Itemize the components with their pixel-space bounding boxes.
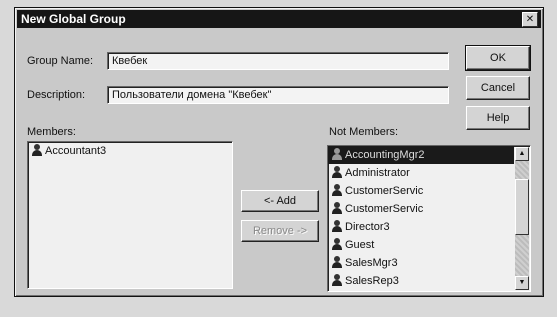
user-icon: [331, 148, 342, 160]
user-icon: [331, 184, 342, 196]
user-icon: [331, 274, 342, 286]
not-members-list[interactable]: AccountingMgr2 Administrator CustomerServi…: [327, 145, 531, 292]
cancel-button[interactable]: Cancel: [466, 76, 530, 100]
user-icon: [331, 166, 342, 178]
user-icon: [331, 238, 342, 250]
list-item[interactable]: Guest: [328, 236, 514, 254]
not-members-items: AccountingMgr2 Administrator CustomerServi…: [328, 146, 514, 290]
add-button[interactable]: <- Add: [241, 190, 319, 212]
title-bar: New Global Group ✕: [17, 10, 541, 28]
user-icon: [31, 144, 42, 156]
scroll-down-button[interactable]: ▼: [515, 276, 529, 290]
close-button[interactable]: ✕: [522, 12, 538, 27]
ok-button[interactable]: OK: [465, 45, 531, 71]
list-item[interactable]: Accountant3: [28, 142, 232, 160]
group-name-label: Group Name:: [27, 55, 94, 67]
list-item-label: CustomerServic: [345, 203, 424, 215]
help-button[interactable]: Help: [466, 106, 530, 130]
list-item-label: SalesMgr3: [345, 257, 398, 269]
group-name-input[interactable]: Квебек: [107, 52, 449, 70]
members-label: Members:: [27, 126, 76, 138]
list-item-label: Administrator: [345, 167, 410, 179]
description-label: Description:: [27, 89, 86, 101]
window-title: New Global Group: [21, 12, 126, 26]
list-item-label: Guest: [345, 239, 375, 251]
list-item[interactable]: CustomerServic: [328, 200, 514, 218]
scroll-thumb[interactable]: [515, 179, 529, 236]
arrow-down-icon: ▼: [518, 279, 526, 286]
not-members-scrollbar[interactable]: ▲ ▼: [515, 147, 529, 290]
list-item-label: Director3: [345, 221, 390, 233]
list-item[interactable]: SalesMgr3: [328, 254, 514, 272]
close-icon: ✕: [525, 14, 535, 25]
list-item-label: SalesRep3: [345, 275, 399, 287]
description-input[interactable]: Пользователи домена "Квебек": [107, 86, 449, 104]
list-item-label: AccountingMgr2: [345, 149, 425, 161]
user-icon: [331, 202, 342, 214]
not-members-label: Not Members:: [329, 126, 399, 138]
list-item-label: CustomerServic: [345, 185, 424, 197]
list-item[interactable]: CustomerServic: [328, 182, 514, 200]
list-item[interactable]: SalesRep3: [328, 272, 514, 290]
list-item[interactable]: Director3: [328, 218, 514, 236]
scroll-up-button[interactable]: ▲: [515, 147, 529, 161]
arrow-up-icon: ▲: [518, 150, 526, 157]
list-item[interactable]: AccountingMgr2: [328, 146, 514, 164]
remove-button[interactable]: Remove ->: [241, 220, 319, 242]
list-item-label: Accountant3: [45, 145, 107, 157]
new-global-group-dialog: New Global Group ✕ Group Name: Квебек De…: [14, 7, 544, 297]
list-item[interactable]: Administrator: [328, 164, 514, 182]
members-items: Accountant3: [28, 142, 232, 160]
members-list[interactable]: Accountant3: [27, 141, 233, 289]
user-icon: [331, 256, 342, 268]
user-icon: [331, 220, 342, 232]
